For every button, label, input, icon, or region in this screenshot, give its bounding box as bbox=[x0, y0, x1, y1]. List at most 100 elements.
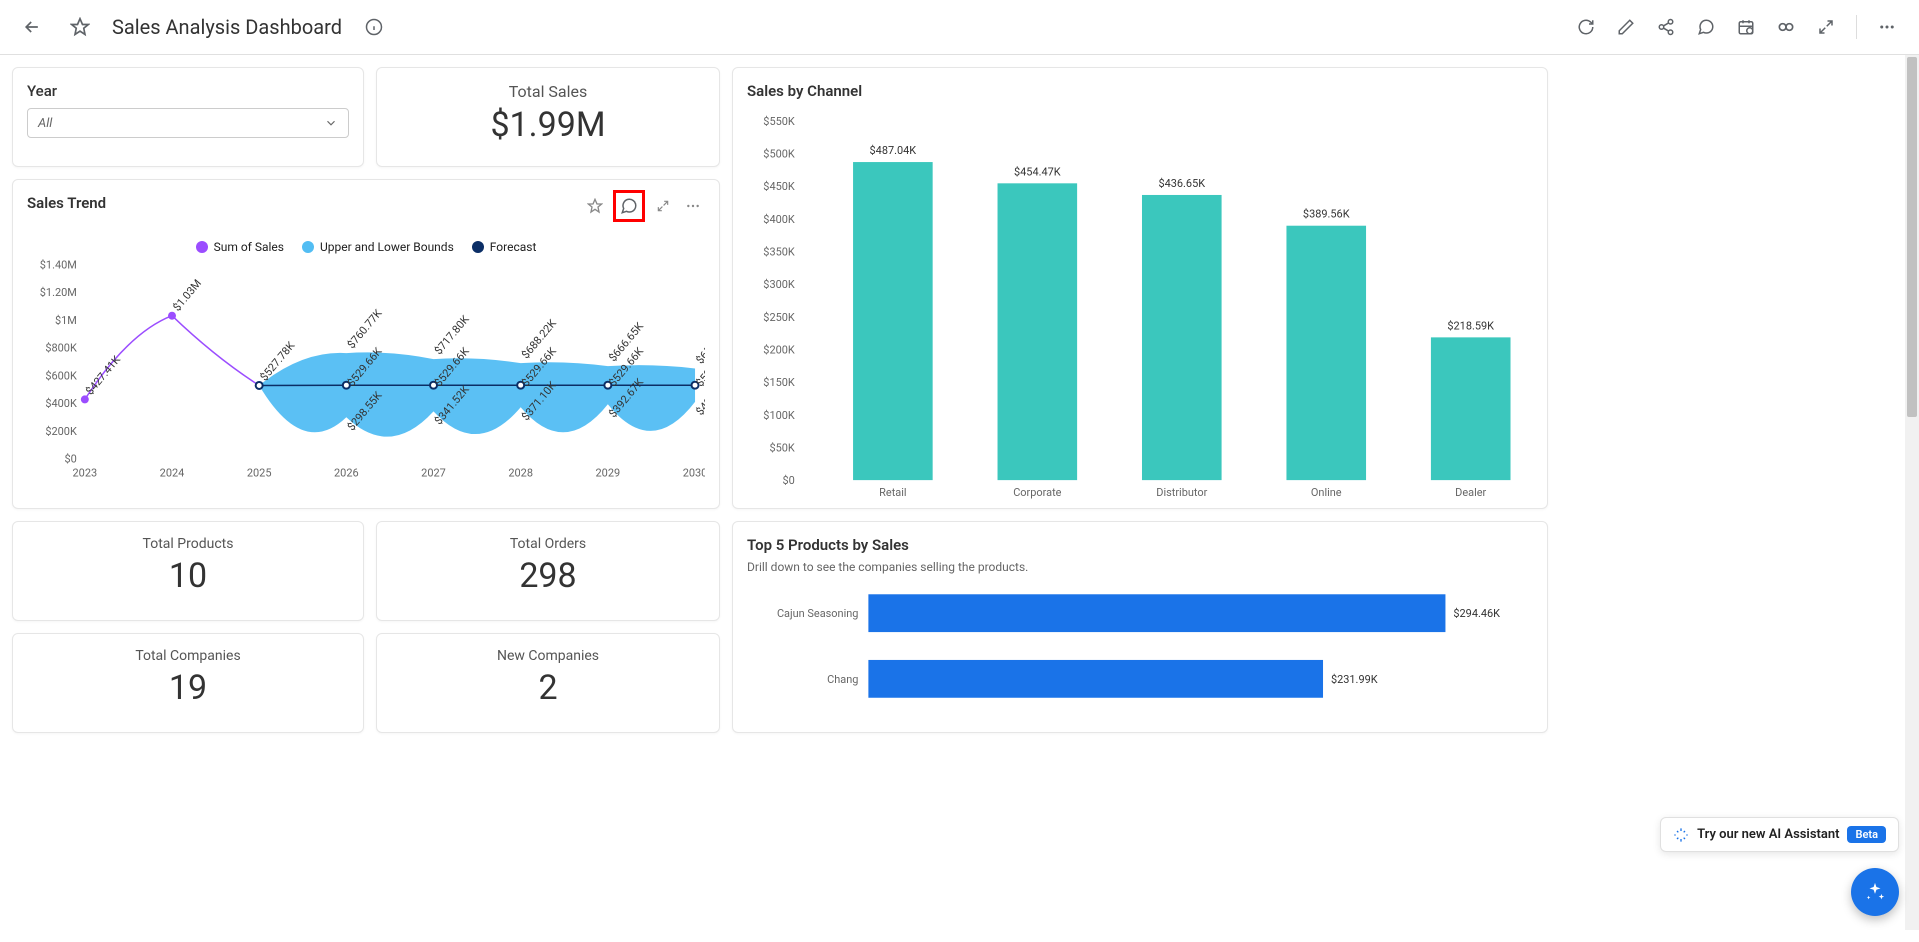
top5-title: Top 5 Products by Sales bbox=[747, 536, 1533, 554]
svg-text:$294.46K: $294.46K bbox=[1453, 607, 1500, 620]
total-sales-card: Total Sales $1.99M bbox=[376, 67, 720, 167]
svg-text:$650.23K: $650.23K bbox=[693, 322, 705, 366]
channel-chart[interactable]: $0 $50K $100K $150K $200K $250K $300K $350K $400… bbox=[747, 106, 1533, 506]
new-companies-card: New Companies 2 bbox=[376, 633, 720, 733]
svg-text:$1.03M: $1.03M bbox=[170, 277, 204, 314]
svg-text:Cajun Seasoning: Cajun Seasoning bbox=[777, 607, 858, 620]
svg-text:2026: 2026 bbox=[334, 467, 359, 480]
svg-text:$200K: $200K bbox=[45, 425, 77, 438]
svg-text:$427.41K: $427.41K bbox=[83, 353, 123, 397]
ai-text: Try our new AI Assistant bbox=[1697, 827, 1839, 842]
svg-text:$200K: $200K bbox=[763, 343, 795, 356]
svg-text:2028: 2028 bbox=[508, 467, 533, 480]
total-orders-card: Total Orders 298 bbox=[376, 521, 720, 621]
scrollbar-thumb[interactable] bbox=[1907, 57, 1917, 417]
total-products-value: 10 bbox=[27, 556, 349, 596]
topbar-left: Sales Analysis Dashboard bbox=[16, 11, 390, 43]
svg-text:2025: 2025 bbox=[247, 467, 272, 480]
svg-text:$0: $0 bbox=[782, 474, 794, 487]
sales-by-channel-card: Sales by Channel $0 $50K $100K $150K $200K $2… bbox=[732, 67, 1548, 509]
new-companies-label: New Companies bbox=[391, 648, 705, 664]
svg-text:$454.47K: $454.47K bbox=[1014, 165, 1061, 178]
share-icon[interactable] bbox=[1650, 11, 1682, 43]
svg-text:Dealer: Dealer bbox=[1455, 486, 1486, 499]
beta-badge: Beta bbox=[1847, 826, 1886, 843]
trend-chart[interactable]: $0$200K$400K$600K$800K$1M$1.20M$1.40M $4… bbox=[27, 254, 705, 494]
comment-button-highlighted[interactable] bbox=[613, 190, 645, 222]
svg-text:$400K: $400K bbox=[45, 397, 77, 410]
svg-text:$436.65K: $436.65K bbox=[1158, 177, 1205, 190]
svg-text:Online: Online bbox=[1311, 486, 1342, 499]
svg-text:2030: 2030 bbox=[683, 467, 705, 480]
schedule-icon[interactable] bbox=[1730, 11, 1762, 43]
trend-legend: Sum of Sales Upper and Lower Bounds Fore… bbox=[27, 240, 705, 254]
ai-assistant-promo[interactable]: Try our new AI Assistant Beta bbox=[1660, 817, 1899, 852]
svg-text:$350K: $350K bbox=[763, 246, 795, 259]
comment-icon[interactable] bbox=[1690, 11, 1722, 43]
year-value: All bbox=[38, 116, 52, 131]
trend-toolbar bbox=[583, 190, 705, 222]
top5-chart[interactable]: Cajun Seasoning $294.46K Chang $231.99K bbox=[747, 574, 1533, 724]
legend-sum[interactable]: Sum of Sales bbox=[196, 240, 284, 254]
total-companies-card: Total Companies 19 bbox=[12, 633, 364, 733]
refresh-icon[interactable] bbox=[1570, 11, 1602, 43]
topbar-actions bbox=[1570, 11, 1903, 43]
year-filter-card: Year All bbox=[12, 67, 364, 167]
ai-fab-button[interactable] bbox=[1851, 868, 1899, 916]
sparkle-icon bbox=[1673, 827, 1689, 843]
year-dropdown[interactable]: All bbox=[27, 108, 349, 138]
maximize-icon[interactable] bbox=[651, 194, 675, 218]
svg-text:$300K: $300K bbox=[763, 278, 795, 291]
back-button[interactable] bbox=[16, 11, 48, 43]
svg-text:2029: 2029 bbox=[596, 467, 621, 480]
view-icon[interactable] bbox=[1770, 11, 1802, 43]
svg-text:$600K: $600K bbox=[45, 369, 77, 382]
page-title: Sales Analysis Dashboard bbox=[112, 15, 342, 39]
svg-text:$218.59K: $218.59K bbox=[1447, 319, 1494, 332]
channel-title: Sales by Channel bbox=[747, 82, 1533, 100]
new-companies-value: 2 bbox=[391, 668, 705, 708]
svg-text:Retail: Retail bbox=[879, 486, 906, 499]
total-sales-value: $1.99M bbox=[391, 105, 705, 145]
svg-text:2024: 2024 bbox=[160, 467, 185, 480]
topbar: Sales Analysis Dashboard bbox=[0, 0, 1919, 55]
favorite-star-icon[interactable] bbox=[64, 11, 96, 43]
total-orders-label: Total Orders bbox=[391, 536, 705, 552]
total-companies-label: Total Companies bbox=[27, 648, 349, 664]
top5-subtitle: Drill down to see the companies selling … bbox=[747, 560, 1533, 574]
svg-text:$100K: $100K bbox=[763, 409, 795, 422]
svg-text:$389.56K: $389.56K bbox=[1303, 208, 1350, 221]
total-products-card: Total Products 10 bbox=[12, 521, 364, 621]
top5-products-card: Top 5 Products by Sales Drill down to se… bbox=[732, 521, 1548, 733]
svg-text:$231.99K: $231.99K bbox=[1331, 673, 1378, 686]
total-orders-value: 298 bbox=[391, 556, 705, 596]
separator bbox=[1856, 15, 1857, 39]
svg-text:Distributor: Distributor bbox=[1156, 486, 1207, 499]
info-icon[interactable] bbox=[358, 11, 390, 43]
legend-forecast[interactable]: Forecast bbox=[472, 240, 537, 254]
more-icon[interactable] bbox=[1871, 11, 1903, 43]
expand-icon[interactable] bbox=[1810, 11, 1842, 43]
svg-text:2023: 2023 bbox=[73, 467, 98, 480]
edit-icon[interactable] bbox=[1610, 11, 1642, 43]
svg-text:2027: 2027 bbox=[421, 467, 446, 480]
svg-text:$760.77K: $760.77K bbox=[345, 307, 385, 351]
svg-text:$250K: $250K bbox=[763, 311, 795, 324]
sales-trend-card: Sales Trend Sum of Sales Upper and Lower… bbox=[12, 179, 720, 509]
svg-text:$450K: $450K bbox=[763, 180, 795, 193]
year-label: Year bbox=[27, 82, 349, 100]
svg-text:$50K: $50K bbox=[769, 441, 794, 454]
svg-text:$1.40M: $1.40M bbox=[40, 258, 77, 271]
legend-bounds[interactable]: Upper and Lower Bounds bbox=[302, 240, 454, 254]
svg-text:$0: $0 bbox=[65, 453, 77, 466]
svg-text:$150K: $150K bbox=[763, 376, 795, 389]
svg-text:Chang: Chang bbox=[827, 673, 858, 686]
svg-text:$1.20M: $1.20M bbox=[40, 286, 77, 299]
svg-text:$400K: $400K bbox=[763, 213, 795, 226]
total-products-label: Total Products bbox=[27, 536, 349, 552]
widget-more-icon[interactable] bbox=[681, 194, 705, 218]
total-companies-value: 19 bbox=[27, 668, 349, 708]
scrollbar[interactable] bbox=[1905, 55, 1919, 930]
link-icon[interactable] bbox=[583, 194, 607, 218]
svg-text:$1M: $1M bbox=[55, 314, 77, 327]
